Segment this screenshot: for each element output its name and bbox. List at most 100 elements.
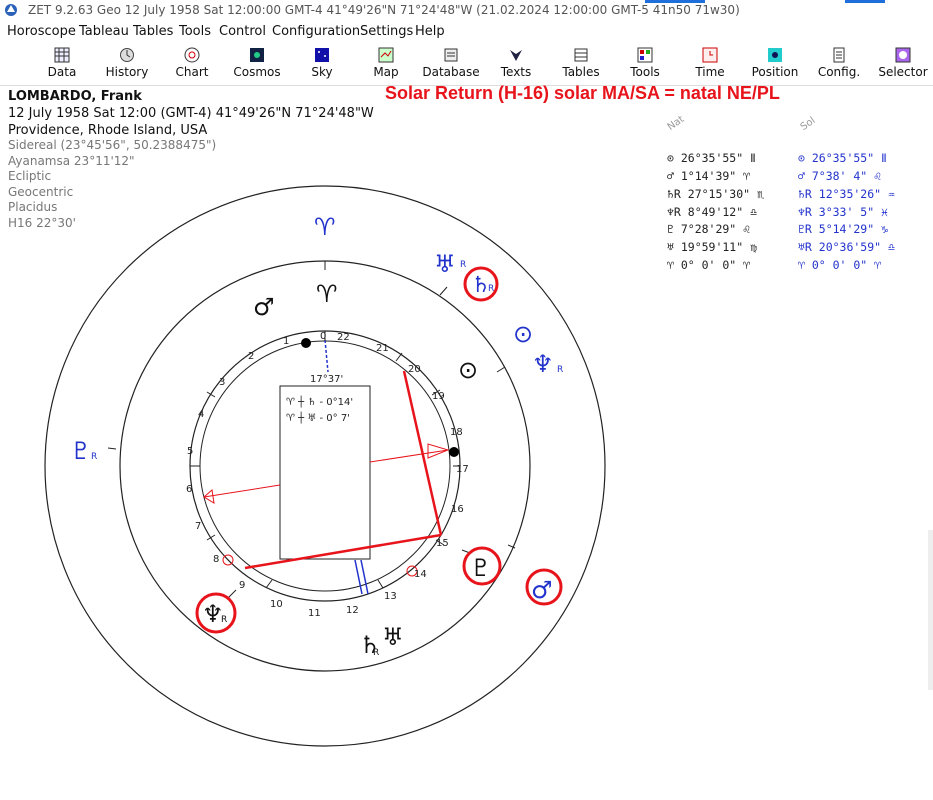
menu-bar: Horoscope Tableau Tables Tools Control C… — [0, 22, 933, 42]
menu-tables[interactable]: Tables — [133, 24, 173, 39]
person-name: LOMBARDO, Frank — [8, 89, 142, 104]
toolbar-database-button[interactable]: Database — [421, 44, 481, 84]
sun-natal-glyph: ⊙ — [458, 356, 478, 384]
natal-column-header: Nat — [665, 113, 687, 133]
highlight-circle — [195, 592, 237, 634]
title-accent-2 — [845, 0, 885, 3]
neptune-solar-glyph: ♆ — [532, 350, 554, 378]
house-number: 5 — [187, 446, 193, 457]
house-number: 0 — [320, 331, 326, 342]
house-number: 6 — [186, 484, 192, 495]
house-number: 4 — [198, 409, 204, 420]
position-icon — [768, 48, 782, 62]
toolbar-tables-button[interactable]: Tables — [551, 44, 611, 84]
toolbar-selector-button[interactable]: Selector — [873, 44, 933, 84]
toolbar-tools-button[interactable]: Tools — [615, 44, 675, 84]
highlight-circle — [462, 546, 502, 586]
toolbar: Data History Chart Cosmos Sky Map Databa… — [0, 44, 933, 84]
aspect-line-thin — [369, 449, 449, 463]
pluto-solar-glyph: ♇ — [70, 437, 92, 465]
solar-position-row: ♆R 3°33' 5" ♓ — [798, 205, 889, 219]
toolbar-chart-button[interactable]: Chart — [162, 44, 222, 84]
aspect-line-thin-2 — [203, 484, 281, 498]
ayanamsa-setting: Ayanamsa 23°11'12" — [8, 153, 135, 168]
tables-icon — [574, 48, 588, 62]
highlight-circle — [463, 266, 499, 302]
retro-marker: R — [373, 648, 379, 658]
house-number: 14 — [414, 569, 427, 580]
house-number: 16 — [451, 504, 464, 515]
birth-datetime: 12 July 1958 Sat 12:00 (GMT-4) 41°49'26"… — [8, 106, 374, 121]
chart-annotation: Solar Return (H-16) solar MA/SA = natal … — [385, 83, 780, 103]
solar-axis-line — [354, 559, 363, 595]
house-system-setting: Placidus — [8, 200, 58, 214]
menu-configuration[interactable]: Configuration — [272, 24, 360, 39]
outer-ring — [44, 185, 606, 747]
house-number: 10 — [270, 599, 283, 610]
menu-settings[interactable]: Settings — [360, 24, 413, 39]
pluto-natal-glyph: ♇ — [470, 554, 492, 582]
aspect-line-1: ♈ ┼ ♄ - 0°14' — [286, 395, 353, 408]
menu-tools[interactable]: Tools — [179, 24, 211, 39]
coordinate-setting: Ecliptic — [8, 169, 52, 183]
arrow-marker-2 — [203, 489, 215, 504]
toolbar-sky-button[interactable]: Sky — [292, 44, 352, 84]
aspect-line-red — [402, 370, 443, 536]
natal-position-row: ♇ 7°28'29" ♌ — [667, 222, 751, 236]
menu-horoscope[interactable]: Horoscope — [7, 24, 76, 39]
house-number: 7 — [195, 521, 201, 532]
texts-icon — [510, 50, 522, 61]
house-number: 1 — [283, 336, 289, 347]
toolbar-data-button[interactable]: Data — [32, 44, 92, 84]
house-number: 8 — [213, 554, 219, 565]
toolbar-time-button[interactable]: Time — [680, 44, 740, 84]
arrow-marker — [427, 443, 450, 459]
history-icon — [120, 48, 134, 62]
harmonic-setting: H16 22°30' — [8, 215, 76, 230]
sky-icon — [315, 48, 329, 62]
toolbar-history-button[interactable]: History — [97, 44, 157, 84]
mars-solar-glyph: ♂ — [531, 576, 553, 604]
uranus-solar-glyph: ♅ — [434, 250, 456, 278]
toolbar-position-button[interactable]: Position — [745, 44, 805, 84]
toolbar-texts-button[interactable]: Texts — [486, 44, 546, 84]
map-icon — [378, 47, 394, 63]
birth-place: Providence, Rhode Island, USA — [8, 123, 208, 138]
data-table-icon — [54, 47, 70, 63]
window-edge — [928, 530, 933, 690]
middle-ring — [119, 260, 531, 672]
app-logo-icon — [5, 4, 17, 16]
solar-position-row: ♂ 7°38' 4" ♌ — [798, 169, 882, 183]
tools-icon — [637, 47, 653, 63]
selector-icon — [895, 47, 911, 63]
retro-marker: R — [221, 615, 227, 625]
mc-axis-line — [324, 339, 329, 373]
window-title: ZET 9.2.63 Geo 12 July 1958 Sat 12:00:00… — [28, 3, 740, 17]
saturn-solar-glyph: ♄ — [471, 273, 491, 298]
toolbar-map-button[interactable]: Map — [356, 44, 416, 84]
toolbar-cosmos-button[interactable]: Cosmos — [227, 44, 287, 84]
house-number: 22 — [337, 332, 350, 343]
aspect-box — [279, 385, 371, 560]
house-number: 15 — [436, 538, 449, 549]
natal-position-row: ♄R 27°15'30" ♏ — [667, 187, 764, 201]
menu-control[interactable]: Control — [219, 24, 266, 39]
menu-tableau[interactable]: Tableau — [79, 24, 129, 39]
config-icon — [833, 47, 845, 63]
house-number: 17 — [456, 464, 469, 475]
highlight-circle — [525, 568, 563, 606]
uranus-natal-glyph: ♅ — [382, 623, 404, 651]
calculation-settings: Sidereal (23°45'56", 50.2388475") Ayanam… — [8, 138, 216, 231]
solar-column-header: Sol — [798, 115, 818, 133]
house-number: 18 — [450, 427, 463, 438]
aries-top-glyph: ♈ — [314, 213, 336, 241]
title-bar: ZET 9.2.63 Geo 12 July 1958 Sat 12:00:00… — [0, 0, 933, 22]
menu-help[interactable]: Help — [415, 24, 445, 39]
house-ring-inner — [199, 340, 451, 592]
sun-solar-glyph: ⊙ — [513, 320, 533, 348]
house-number: 9 — [239, 580, 245, 591]
zodiac-setting: Sidereal (23°45'56", 50.2388475") — [8, 138, 217, 152]
cosmos-icon — [250, 48, 264, 62]
toolbar-config-button[interactable]: Config. — [809, 44, 869, 84]
solar-position-row: ⊙ 26°35'55" Ⅱ — [798, 151, 887, 165]
